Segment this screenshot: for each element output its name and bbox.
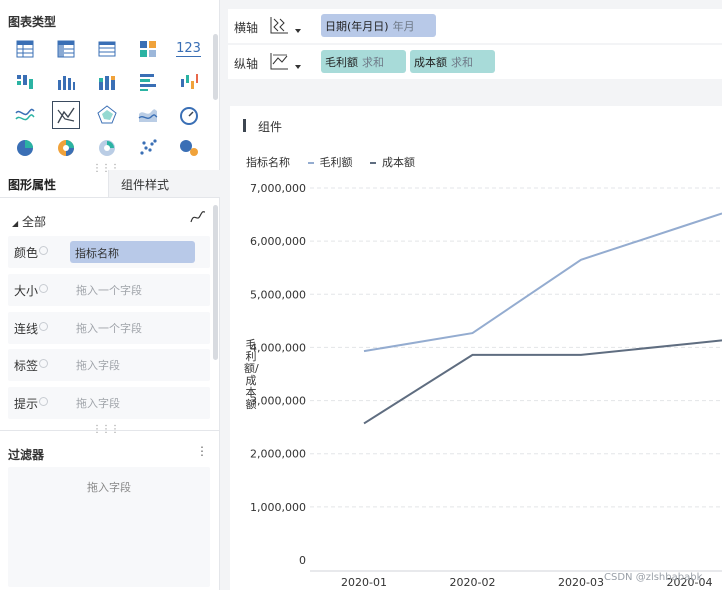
watermark: CSDN @zlshbababk [604, 572, 703, 583]
drop-placeholder: 拖入一个字段 [76, 284, 142, 297]
pie-icon[interactable] [4, 131, 45, 164]
y-tick-label: 1,000,000 [250, 501, 306, 514]
field-agg: 求和 [451, 56, 473, 69]
x-axis-row: 横轴 日期(年月日) 年月 [228, 9, 722, 43]
line-chart-icon[interactable] [45, 98, 86, 131]
tab-component-style[interactable]: 组件样式 [108, 170, 220, 197]
y-tick-label: 6,000,000 [250, 235, 306, 248]
x-tick-label: 2020-02 [450, 576, 496, 589]
attr-row-size[interactable]: 大小 拖入一个字段 [8, 274, 210, 306]
bar-stacked-icon[interactable] [86, 65, 127, 98]
filter-section: 过滤器 ⋮ 拖入字段 [0, 430, 220, 590]
chart-component: 组件 指标名称 毛利额 成本额 毛利额/成本额 7,000,000 6,000,0… [230, 106, 722, 590]
rose-icon[interactable] [86, 131, 127, 164]
curve-icon[interactable] [190, 210, 206, 224]
drop-placeholder: 拖入一个字段 [76, 322, 142, 335]
y-field-pill[interactable]: 毛利额 求和 [321, 50, 406, 73]
all-section-toggle[interactable]: ◢ 全部 [12, 213, 46, 230]
y-field-pill[interactable]: 成本额 求和 [410, 50, 495, 73]
chevron-down-icon[interactable] [295, 29, 301, 33]
attrs-scrollbar[interactable] [213, 205, 218, 360]
attr-label: 连线 [14, 322, 39, 336]
y-tick-label: 3,000,000 [250, 395, 306, 408]
all-section-label: 全部 [21, 215, 46, 229]
range-bar-icon[interactable] [168, 65, 209, 98]
chart-type-grid: 123 [4, 32, 209, 164]
tab-graphic-attrs[interactable]: 图形属性 [8, 176, 56, 193]
crosstable-icon[interactable] [45, 32, 86, 65]
y-axis-label: 纵轴 [234, 57, 259, 71]
line-chart: 7,000,000 6,000,000 5,000,000 4,000,000 3,00… [250, 182, 722, 589]
attr-label: 提示 [14, 397, 39, 411]
field-name: 毛利额 [325, 56, 358, 69]
bar-grouped-icon[interactable] [4, 65, 45, 98]
radar-icon[interactable] [86, 98, 127, 131]
attr-label: 大小 [14, 284, 39, 298]
filter-title: 过滤器 [8, 448, 45, 462]
bar-icon[interactable] [45, 65, 86, 98]
attr-row-color[interactable]: 颜色 指标名称 [8, 236, 210, 268]
attr-label: 颜色 [14, 246, 39, 260]
y-tick-label: 5,000,000 [250, 288, 306, 301]
scatter-icon[interactable] [127, 131, 168, 164]
chevron-down-icon[interactable] [295, 65, 301, 69]
gear-icon[interactable] [39, 359, 48, 368]
y-tick-label: 0 [299, 554, 306, 567]
attr-label: 标签 [14, 359, 39, 373]
filter-placeholder: 拖入字段 [87, 481, 131, 494]
bubble-icon[interactable] [168, 131, 209, 164]
detail-table-icon[interactable] [86, 32, 127, 65]
x-axis-label: 横轴 [234, 21, 259, 35]
series-line-1 [363, 212, 722, 353]
caret-down-icon: ◢ [12, 219, 19, 228]
kpi-number: 123 [176, 40, 201, 57]
wave-line-icon[interactable] [4, 98, 45, 131]
horizontal-bar-icon[interactable] [127, 65, 168, 98]
field-agg: 求和 [362, 56, 384, 69]
drop-placeholder: 拖入字段 [76, 359, 120, 372]
area-icon[interactable] [127, 98, 168, 131]
filter-dropzone[interactable]: 拖入字段 [8, 467, 210, 587]
gear-icon[interactable] [39, 397, 48, 406]
x-tick-label: 2020-03 [558, 576, 604, 589]
y-axis-row: 纵轴 毛利额 求和 成本额 求和 [228, 45, 722, 79]
more-icon[interactable]: ⋮ [196, 444, 208, 458]
color-field-pill[interactable]: 指标名称 [70, 241, 195, 263]
y-tick-label: 4,000,000 [250, 341, 306, 354]
axis-sort-icon[interactable] [268, 14, 290, 36]
kpi-icon[interactable]: 123 [168, 32, 209, 65]
attr-row-tooltip[interactable]: 提示 拖入字段 [8, 387, 210, 419]
gear-icon[interactable] [39, 246, 48, 255]
x-tick-label: 2020-01 [341, 576, 387, 589]
app-root: 图表类型 123 ⋮⋮⋮ 图形属性 组件样式 ◢ 全部 颜色 指标名称 大小 拖… [0, 0, 722, 590]
color-table-icon[interactable] [127, 32, 168, 65]
chart-type-scrollbar[interactable] [213, 34, 218, 100]
gear-icon[interactable] [39, 284, 48, 293]
axis-sort-icon[interactable] [268, 50, 290, 72]
y-tick-label: 2,000,000 [250, 448, 306, 461]
field-agg: 年月 [392, 20, 415, 33]
drop-placeholder: 拖入字段 [76, 397, 120, 410]
x-field-pill[interactable]: 日期(年月日) 年月 [321, 14, 436, 37]
left-panel: 图表类型 123 ⋮⋮⋮ 图形属性 组件样式 ◢ 全部 颜色 指标名称 大小 拖… [0, 0, 220, 590]
series-line-2 [363, 339, 722, 425]
property-tabs: 图形属性 组件样式 [0, 170, 220, 198]
donut-icon[interactable] [45, 131, 86, 164]
field-name: 日期(年月日) [325, 20, 389, 33]
gear-icon[interactable] [39, 322, 48, 331]
field-name: 成本额 [414, 56, 447, 69]
attr-row-label[interactable]: 标签 拖入字段 [8, 349, 210, 381]
table-icon[interactable] [4, 32, 45, 65]
gauge-icon[interactable] [168, 98, 209, 131]
y-tick-label: 7,000,000 [250, 182, 306, 195]
chart-type-title: 图表类型 [8, 15, 57, 29]
attr-row-line[interactable]: 连线 拖入一个字段 [8, 312, 210, 344]
